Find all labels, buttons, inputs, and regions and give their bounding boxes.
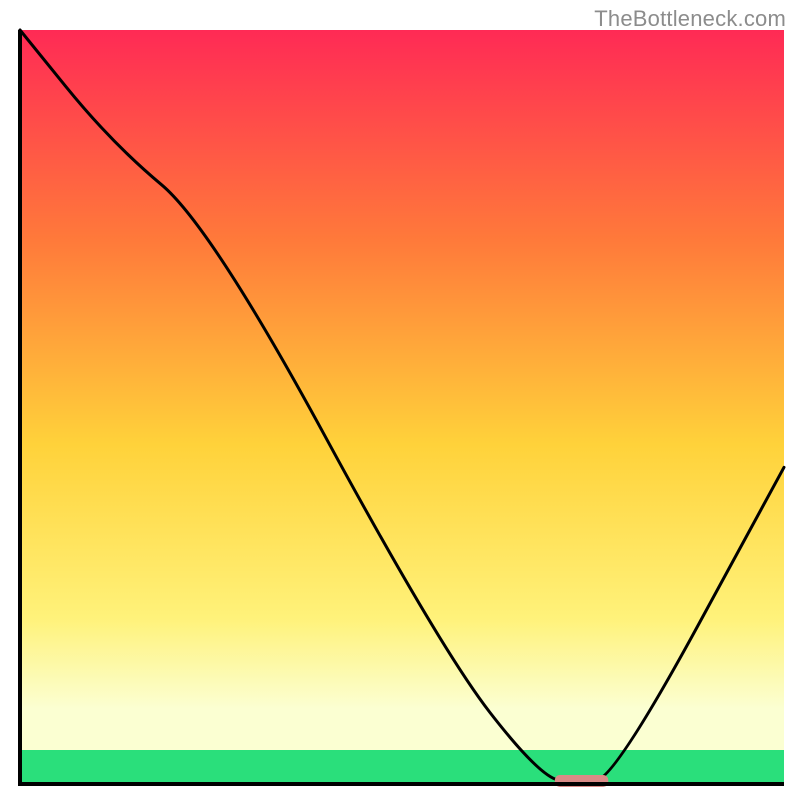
watermark-text: TheBottleneck.com (594, 6, 786, 32)
plot-background (20, 30, 784, 784)
green-band (20, 756, 784, 784)
bottleneck-chart (0, 0, 800, 800)
chart-container: TheBottleneck.com (0, 0, 800, 800)
